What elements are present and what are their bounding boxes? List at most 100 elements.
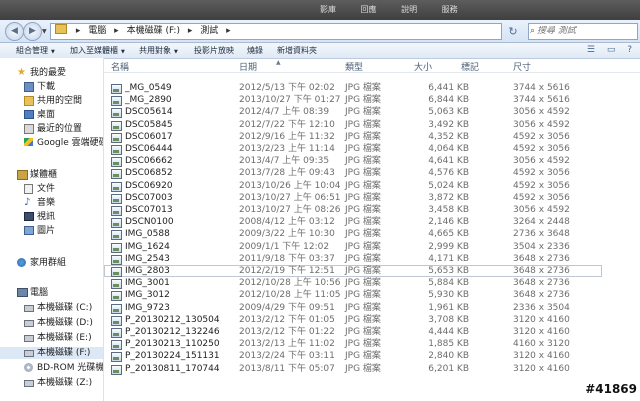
file-row[interactable]: DSC07013 2013/10/27 上午 08:26 JPG 檔案 3,458 K… xyxy=(104,204,640,216)
column-type[interactable]: 類型 xyxy=(345,60,363,73)
nav-libraries[interactable]: 媒體櫃 xyxy=(0,169,103,181)
nav-desktop[interactable]: 桌面 xyxy=(0,109,103,121)
nav-drive-c[interactable]: 本機磁碟 (C:) xyxy=(0,302,103,314)
file-dimensions: 3056 x 4592 xyxy=(513,156,570,167)
image-file-icon xyxy=(111,291,122,302)
image-file-icon xyxy=(111,181,122,192)
browser-tab[interactable]: 服務 xyxy=(442,5,458,14)
file-type: JPG 檔案 xyxy=(345,205,381,215)
organize-button[interactable]: 組合管理 ▼ xyxy=(16,45,55,56)
file-dimensions: 3120 x 4160 xyxy=(513,327,570,337)
burn-button[interactable]: 燒錄 xyxy=(247,45,263,56)
file-row[interactable]: IMG_3001 2012/10/28 上午 10:56 JPG 檔案 5,884 K… xyxy=(104,277,640,290)
file-size: 5,653 KB xyxy=(428,266,469,276)
include-library-button[interactable]: 加入至媒體櫃 ▼ xyxy=(70,45,125,56)
file-row[interactable]: DSC06920 2013/10/26 上午 10:04 JPG 檔案 5,024 K… xyxy=(104,180,640,192)
nav-drive-e[interactable]: 本機磁碟 (E:) xyxy=(0,332,103,344)
nav-computer[interactable]: 電腦 xyxy=(0,287,103,299)
browser-tab[interactable]: 說明 xyxy=(401,5,417,14)
column-dimensions[interactable]: 尺寸 xyxy=(513,60,531,73)
refresh-button[interactable]: ↻ xyxy=(502,23,524,40)
file-date: 2013/10/26 上午 10:04 xyxy=(239,180,341,191)
nav-music[interactable]: ♪ 音樂 xyxy=(0,197,103,209)
nav-drive-g[interactable]: BD-ROM 光碟機 xyxy=(0,362,103,374)
file-row[interactable]: IMG_2543 2011/9/18 下午 03:37 JPG 檔案 4,171 KB… xyxy=(104,253,640,265)
slideshow-button[interactable]: 投影片放映 xyxy=(194,45,234,56)
pictures-icon xyxy=(24,226,34,235)
column-tags[interactable]: 標記 xyxy=(461,60,479,73)
nav-recent[interactable]: 最近的位置 xyxy=(0,123,103,135)
file-row[interactable]: IMG_3012 2012/10/28 上午 11:05 JPG 檔案 5,930 K… xyxy=(104,289,640,302)
file-row[interactable]: DSC06017 2012/9/16 上午 11:32 JPG 檔案 4,352 KB… xyxy=(104,131,640,143)
file-row[interactable]: DSC07003 2013/10/27 上午 06:51 JPG 檔案 3,872 K… xyxy=(104,192,640,204)
file-type: JPG 檔案 xyxy=(345,156,381,167)
file-row[interactable]: P_20130212_130504 2013/2/12 下午 01:05 JPG 檔… xyxy=(104,314,640,326)
nav-drive-d[interactable]: 本機磁碟 (D:) xyxy=(0,317,103,329)
file-row[interactable]: _MG_0549 2012/5/13 下午 02:02 JPG 檔案 6,441 KB… xyxy=(104,82,640,94)
file-row[interactable]: DSC06852 2013/7/28 上午 09:43 JPG 檔案 4,576 KB… xyxy=(104,167,640,180)
nav-label: 本機磁碟 (F:) xyxy=(37,348,91,358)
address-bar[interactable]: ▸ 電腦 ▸ 本機磁碟 (F:) ▸ 測試 ▸ xyxy=(50,23,502,40)
back-button[interactable]: ◀ xyxy=(5,22,24,41)
history-dropdown-icon[interactable]: ▼ xyxy=(42,28,47,35)
file-name: IMG_0588 xyxy=(125,229,170,240)
nav-videos[interactable]: 視訊 xyxy=(0,211,103,223)
breadcrumb-computer[interactable]: 電腦 xyxy=(88,26,106,36)
file-row[interactable]: P_20130212_132246 2013/2/12 下午 01:22 JPG 檔… xyxy=(104,326,640,338)
nav-homegroup[interactable]: 家用群組 xyxy=(0,257,103,269)
arrow-left-icon: ◀ xyxy=(11,26,18,36)
view-options-icon[interactable]: ☰ xyxy=(587,45,595,55)
breadcrumb-separator-icon[interactable]: ▸ xyxy=(114,26,119,36)
column-name[interactable]: 名稱 xyxy=(111,60,129,73)
nav-shared-space[interactable]: 共用的空間 xyxy=(0,95,103,107)
file-date: 2012/10/28 上午 10:56 xyxy=(239,278,341,289)
image-file-icon xyxy=(111,279,122,290)
file-row[interactable]: DSC05845 2012/7/22 下午 12:10 JPG 檔案 3,492 KB… xyxy=(104,119,640,131)
file-row[interactable]: DSC06662 2013/4/7 上午 09:35 JPG 檔案 4,641 KB 3… xyxy=(104,155,640,168)
file-row[interactable]: P_20130224_151131 2013/2/24 下午 03:11 JPG 檔… xyxy=(104,350,640,363)
browser-tab[interactable]: 回應 xyxy=(361,5,377,14)
forward-button[interactable]: ▶ xyxy=(23,22,42,41)
nav-favorites[interactable]: ★ 我的最愛 xyxy=(0,67,103,79)
nav-drive-z[interactable]: 本機磁碟 (Z:) xyxy=(0,377,103,389)
file-row[interactable]: DSC05614 2012/4/7 上午 08:39 JPG 檔案 5,063 KB 3… xyxy=(104,106,640,119)
breadcrumb-separator-icon[interactable]: ▸ xyxy=(226,26,231,36)
file-date: 2013/10/27 下午 01:27 xyxy=(239,95,341,106)
image-file-icon xyxy=(111,218,122,229)
file-row[interactable]: IMG_2803 2012/2/19 下午 12:51 JPG 檔案 5,653 KB… xyxy=(104,265,602,277)
help-icon[interactable]: ? xyxy=(627,45,632,55)
file-row[interactable]: P_20130811_170744 2013/8/11 下午 05:07 JPG 檔… xyxy=(104,363,640,375)
column-date[interactable]: 日期 xyxy=(239,60,257,73)
share-button[interactable]: 共用對象 ▼ xyxy=(139,45,178,56)
file-dimensions: 3120 x 4160 xyxy=(513,363,570,374)
column-size[interactable]: 大小 xyxy=(414,60,432,73)
file-size: 5,024 KB xyxy=(428,180,469,191)
file-row[interactable]: IMG_1624 2009/1/1 下午 12:02 JPG 檔案 2,999 KB 3… xyxy=(104,241,640,253)
search-input[interactable] xyxy=(529,26,617,36)
file-row[interactable]: _MG_2890 2013/10/27 下午 01:27 JPG 檔案 6,844 K… xyxy=(104,94,640,107)
preview-pane-icon[interactable]: ▭ xyxy=(607,45,616,55)
search-box[interactable]: ⌕ xyxy=(528,23,638,40)
file-row[interactable]: IMG_0588 2009/3/22 上午 10:30 JPG 檔案 4,665 KB… xyxy=(104,228,640,241)
file-name: DSC06920 xyxy=(125,180,173,191)
file-row[interactable]: DSCN0100 2008/4/12 上午 03:12 JPG 檔案 2,146 KB… xyxy=(104,216,640,229)
new-folder-button[interactable]: 新增資料夾 xyxy=(277,45,317,56)
document-icon xyxy=(24,184,33,194)
breadcrumb-drive[interactable]: 本機磁碟 (F:) xyxy=(127,26,180,36)
google-drive-icon xyxy=(24,138,33,146)
breadcrumb-folder[interactable]: 測試 xyxy=(200,26,218,36)
nav-drive-f[interactable]: 本機磁碟 (F:) xyxy=(0,347,103,359)
file-row[interactable]: DSC06444 2013/2/23 上午 11:14 JPG 檔案 4,064 KB… xyxy=(104,143,640,155)
file-row[interactable]: IMG_9723 2009/4/29 下午 09:51 JPG 檔案 1,961 KB… xyxy=(104,302,640,314)
browser-tab[interactable]: 影庫 xyxy=(320,5,336,14)
breadcrumb-separator-icon[interactable]: ▸ xyxy=(188,26,193,36)
nav-documents[interactable]: 文件 xyxy=(0,183,103,195)
breadcrumb-separator-icon[interactable]: ▸ xyxy=(76,26,81,36)
nav-pictures[interactable]: 圖片 xyxy=(0,225,103,237)
file-size: 1,885 KB xyxy=(428,339,469,350)
nav-google-drive[interactable]: Google 雲端硬碟 xyxy=(0,137,103,149)
navigation-pane: ★ 我的最愛 下載 共用的空間 桌面 最近的位置 Google 雲端硬碟 媒體櫃… xyxy=(0,58,104,401)
nav-downloads[interactable]: 下載 xyxy=(0,81,103,93)
file-row[interactable]: P_20130213_110250 2013/2/13 上午 11:02 JPG 檔… xyxy=(104,338,640,351)
file-size: 4,576 KB xyxy=(428,168,469,179)
